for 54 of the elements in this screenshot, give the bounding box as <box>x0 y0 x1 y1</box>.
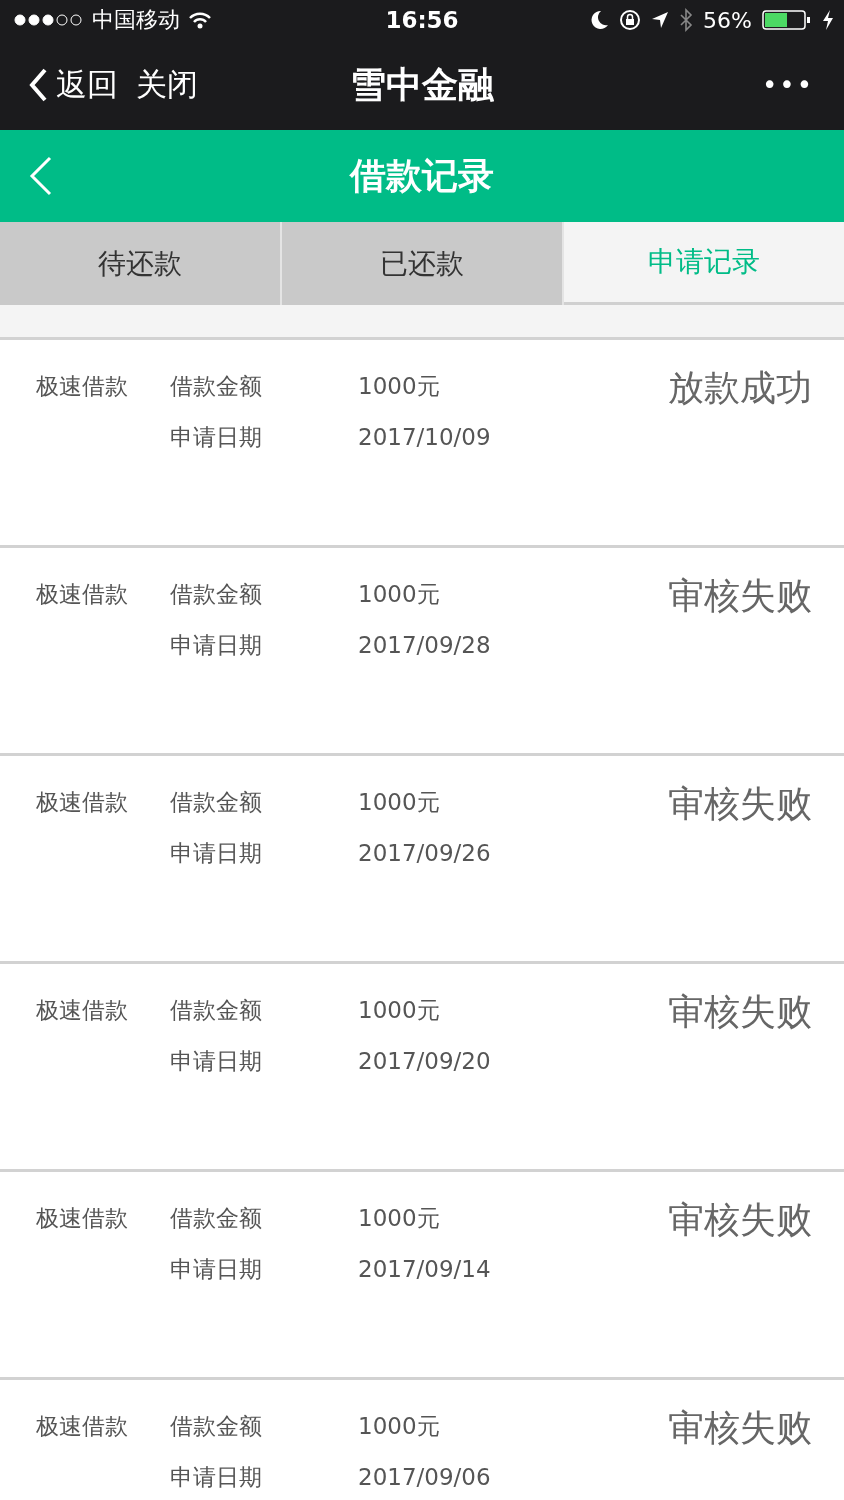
amount-value: 1000元 <box>358 372 441 401</box>
carrier-name: 中国移动 <box>92 6 180 34</box>
field-label: 借款金额 <box>170 372 263 401</box>
field-label: 借款金额 <box>170 1412 263 1441</box>
page-title: 借款记录 <box>350 153 494 198</box>
amount-value: 1000元 <box>358 996 441 1025</box>
field-label: 申请日期 <box>170 839 263 868</box>
product-name: 极速借款 <box>36 788 129 817</box>
field-label: 借款金额 <box>170 996 263 1025</box>
location-arrow-icon <box>651 11 670 29</box>
field-label: 申请日期 <box>170 423 263 452</box>
date-value: 2017/09/14 <box>358 1255 492 1284</box>
battery-percent: 56% <box>703 7 752 33</box>
field-label: 申请日期 <box>170 1255 263 1284</box>
date-value: 2017/09/20 <box>358 1047 492 1076</box>
field-label: 借款金额 <box>170 1204 263 1233</box>
status-text: 放款成功 <box>668 368 812 408</box>
bluetooth-icon <box>679 8 694 32</box>
product-name: 极速借款 <box>36 996 129 1025</box>
field-label: 申请日期 <box>170 631 263 660</box>
wifi-icon <box>188 11 212 29</box>
clock-time: 16:56 <box>385 7 459 33</box>
status-text: 审核失败 <box>668 1200 812 1240</box>
product-name: 极速借款 <box>36 580 129 609</box>
rotation-lock-icon <box>619 9 642 31</box>
signal-icon <box>14 14 84 26</box>
date-value: 2017/09/28 <box>358 631 492 660</box>
amount-value: 1000元 <box>358 788 441 817</box>
field-label: 申请日期 <box>170 1463 263 1492</box>
date-value: 2017/09/26 <box>358 839 492 868</box>
charging-bolt-icon <box>822 10 834 30</box>
field-label: 借款金额 <box>170 788 263 817</box>
back-button[interactable]: 返回 <box>28 64 118 106</box>
field-label: 借款金额 <box>170 580 263 609</box>
amount-value: 1000元 <box>358 1412 441 1441</box>
product-name: 极速借款 <box>36 1204 129 1233</box>
product-name: 极速借款 <box>36 372 129 401</box>
date-value: 2017/10/09 <box>358 423 492 452</box>
amount-value: 1000元 <box>358 1204 441 1233</box>
status-text: 审核失败 <box>668 992 812 1032</box>
more-button[interactable]: ••• <box>762 70 814 100</box>
app-title: 雪中金融 <box>350 62 494 107</box>
back-label: 返回 <box>56 65 118 104</box>
close-button[interactable]: 关闭 <box>136 64 198 106</box>
battery-icon <box>762 10 812 30</box>
product-name: 极速借款 <box>36 1412 129 1441</box>
field-label: 申请日期 <box>170 1047 263 1076</box>
amount-value: 1000元 <box>358 580 441 609</box>
status-text: 审核失败 <box>668 784 812 824</box>
moon-icon <box>591 10 610 30</box>
date-value: 2017/09/06 <box>358 1463 492 1492</box>
status-text: 审核失败 <box>668 576 812 616</box>
status-text: 审核失败 <box>668 1408 812 1448</box>
chevron-left-icon <box>28 67 48 103</box>
